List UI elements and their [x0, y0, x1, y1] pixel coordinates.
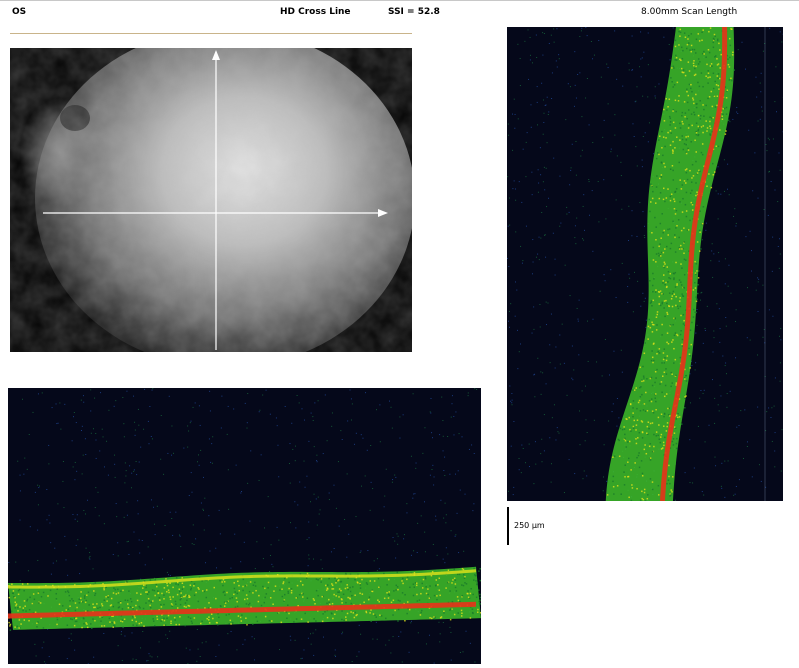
fundus-image	[10, 33, 412, 352]
ssi-label: SSI = 52.8	[388, 7, 440, 17]
scan-type-label: HD Cross Line	[280, 7, 351, 17]
scan-length-label: 8.00mm Scan Length	[641, 7, 738, 17]
oct-horizontal-scan	[8, 388, 481, 664]
fundus-top-strip	[10, 34, 412, 48]
oct-vertical-scan	[507, 27, 783, 501]
fundus-svg	[10, 48, 412, 352]
top-divider	[0, 0, 799, 1]
scale-bar	[507, 507, 509, 545]
eye-label: OS	[12, 7, 27, 17]
scale-bar-label: 250 µm	[514, 521, 545, 530]
